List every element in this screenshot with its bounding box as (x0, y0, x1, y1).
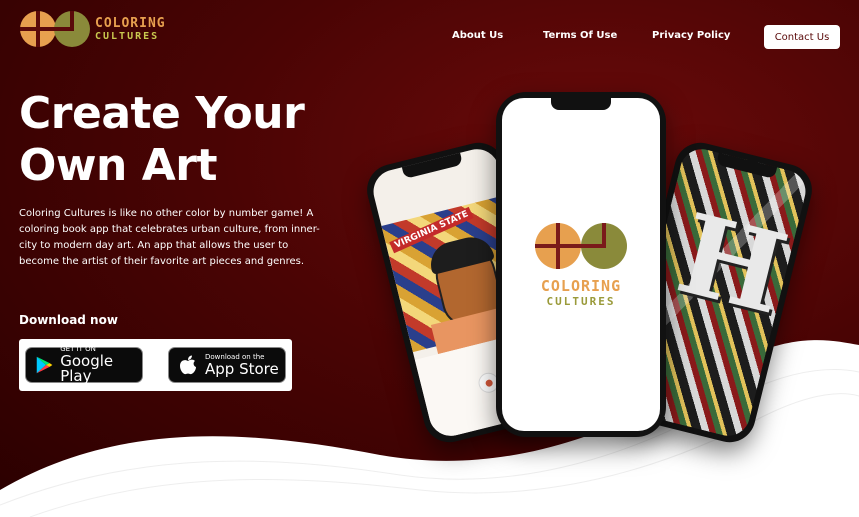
download-label: Download now (19, 313, 118, 327)
phone-notch (551, 98, 611, 110)
logo-text-bottom: CULTURES (95, 30, 160, 42)
logo-mark-icon (20, 11, 90, 47)
app-store-big-text: App Store (205, 359, 279, 378)
hero-description: Coloring Cultures is like no other color… (19, 208, 320, 267)
store-badges: GET IT ON Google Play Download on the Ap… (19, 339, 292, 391)
app-store-button[interactable]: Download on the App Store (168, 347, 286, 383)
logo-text-top: COLORING (95, 15, 166, 31)
google-play-big-text: Google Play (60, 352, 114, 385)
apple-icon (180, 355, 196, 375)
hero-title-line2: Own Art (19, 140, 217, 191)
hero-title-line1: Create Your (19, 88, 305, 139)
google-play-icon (36, 356, 53, 374)
contact-us-button[interactable]: Contact Us (764, 25, 840, 49)
hero-title: Create Your Own Art (19, 88, 305, 192)
artwork-letter: H (666, 188, 799, 340)
nav-about-us[interactable]: About Us (452, 30, 503, 41)
phone-mockup-center: COLORING CULTURES (496, 92, 666, 437)
google-play-button[interactable]: GET IT ON Google Play (25, 346, 143, 385)
splash-logo-text-bottom: CULTURES (546, 295, 616, 308)
logo-mark-icon (535, 223, 627, 269)
splash-logo-text-top: COLORING (540, 277, 622, 295)
nav-terms-of-use[interactable]: Terms Of Use (543, 30, 617, 41)
nav-privacy-policy[interactable]: Privacy Policy (652, 30, 730, 41)
phone-screen-splash: COLORING CULTURES (502, 98, 660, 431)
brand-logo[interactable]: COLORING CULTURES (19, 10, 166, 48)
